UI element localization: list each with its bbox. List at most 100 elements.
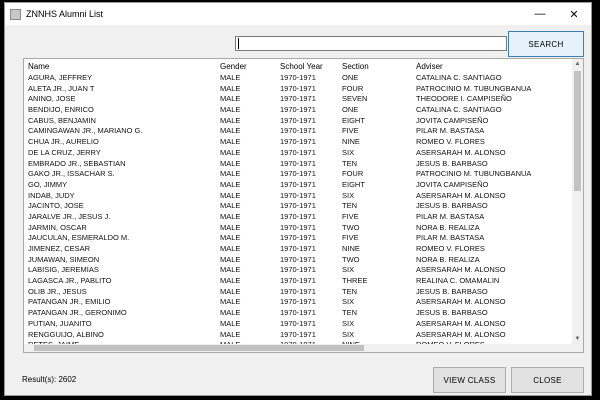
cell-school-year: 1970-1971 <box>280 105 316 115</box>
cell-school-year: 1970-1971 <box>280 158 316 168</box>
search-input[interactable] <box>235 36 507 51</box>
cell-school-year: 1970-1971 <box>280 318 316 328</box>
table-row[interactable]: PATANGAN JR., GERONIMO MALE 1970-1971 TEN JE… <box>24 308 572 319</box>
scroll-down-icon[interactable]: ▼ <box>572 334 583 344</box>
table-row[interactable]: CABUS, BENJAMIN MALE 1970-1971 EIGHT JOVITA … <box>24 116 572 127</box>
cell-school-year: 1970-1971 <box>280 286 316 296</box>
horizontal-scrollbar[interactable] <box>24 344 572 352</box>
cell-school-year: 1970-1971 <box>280 233 316 243</box>
list-header: Name Gender School Year Section Adviser <box>24 59 583 73</box>
cell-name: DE LA CRUZ, JERRY <box>28 147 101 157</box>
table-row[interactable]: GAKO JR., ISSACHAR S. MALE 1970-1971 FOUR PA… <box>24 169 572 180</box>
table-row[interactable]: RENGGUIJO, ALBINO MALE 1970-1971 SIX ASERSAR… <box>24 330 572 341</box>
table-row[interactable]: CHUA JR., AURELIO MALE 1970-1971 NINE ROMEO … <box>24 137 572 148</box>
table-row[interactable]: OLIB JR., JESUS MALE 1970-1971 TEN JESUS B. … <box>24 287 572 298</box>
cell-gender: MALE <box>220 222 241 232</box>
cell-name: BENDIJO, ENRICO <box>28 105 94 115</box>
cell-school-year: 1970-1971 <box>280 265 316 275</box>
cell-adviser: CATALINA C. SANTIAGO <box>416 105 502 115</box>
table-row[interactable]: JIMENEZ, CESAR MALE 1970-1971 NINE ROMEO V. … <box>24 244 572 255</box>
text-caret <box>238 38 239 49</box>
close-window-button[interactable]: ✕ <box>557 3 591 25</box>
cell-school-year: 1970-1971 <box>280 73 316 82</box>
cell-name: JIMENEZ, CESAR <box>28 244 91 253</box>
close-button[interactable]: CLOSE <box>511 367 584 393</box>
table-row[interactable]: EMBRADO JR., SEBASTIAN MALE 1970-1971 TEN JE… <box>24 159 572 170</box>
cell-gender: MALE <box>220 190 241 200</box>
cell-name: JACINTO, JOSE <box>28 201 84 211</box>
cell-school-year: 1970-1971 <box>280 179 316 189</box>
cell-gender: MALE <box>220 147 241 157</box>
cell-adviser: PATROCINIO M. TUBUNGBANUA <box>416 169 532 179</box>
alumni-list[interactable]: Name Gender School Year Section Adviser … <box>23 58 584 353</box>
cell-gender: MALE <box>220 115 241 125</box>
cell-gender: MALE <box>220 83 241 93</box>
table-row[interactable]: PUTIAN, JUANITO MALE 1970-1971 SIX ASERSARAH… <box>24 319 572 330</box>
cell-name: JARMIN, OSCAR <box>28 222 87 232</box>
cell-school-year: 1970-1971 <box>280 297 316 307</box>
cell-adviser: ASERSARAH M. ALONSO <box>416 329 506 339</box>
cell-adviser: JOVITA CAMPISEÑO <box>416 115 489 125</box>
column-header-school-year[interactable]: School Year <box>280 62 323 71</box>
table-row[interactable]: JAUCULAN, ESMERALDO M. MALE 1970-1971 FIVE P… <box>24 233 572 244</box>
cell-school-year: 1970-1971 <box>280 308 316 318</box>
cell-gender: MALE <box>220 179 241 189</box>
cell-section: TEN <box>342 308 357 318</box>
table-row[interactable]: BENDIJO, ENRICO MALE 1970-1971 ONE CATALINA … <box>24 105 572 116</box>
cell-section: FIVE <box>342 233 359 243</box>
scroll-up-icon[interactable]: ▲ <box>572 59 583 69</box>
title-bar[interactable]: ZNNHS Alumni List — ✕ <box>5 3 591 25</box>
cell-name: LAGASCA JR., PABLITO <box>28 276 112 286</box>
cell-adviser: JESUS B. BARBASO <box>416 158 488 168</box>
cell-section: EIGHT <box>342 179 365 189</box>
column-header-adviser[interactable]: Adviser <box>416 62 443 71</box>
cell-name: PATANGAN JR., GERONIMO <box>28 308 127 318</box>
table-row[interactable]: DE LA CRUZ, JERRY MALE 1970-1971 SIX ASERSAR… <box>24 148 572 159</box>
view-class-button[interactable]: VIEW CLASS <box>433 367 506 393</box>
cell-gender: MALE <box>220 126 241 136</box>
table-row[interactable]: JARALVE JR., JESUS J. MALE 1970-1971 FIVE PI… <box>24 212 572 223</box>
minimize-button[interactable]: — <box>523 3 557 25</box>
cell-gender: MALE <box>220 211 241 221</box>
cell-name: OLIB JR., JESUS <box>28 286 87 296</box>
cell-gender: MALE <box>220 265 241 275</box>
table-row[interactable]: ANINO, JOSE MALE 1970-1971 SEVEN THEODORE I.… <box>24 94 572 105</box>
cell-gender: MALE <box>220 329 241 339</box>
cell-section: FOUR <box>342 83 364 93</box>
cell-adviser: ASERSARAH M. ALONSO <box>416 147 506 157</box>
cell-adviser: THEODORE I. CAMPISEÑO <box>416 94 512 104</box>
table-row[interactable]: GO, JIMMY MALE 1970-1971 EIGHT JOVITA CAMPIS… <box>24 180 572 191</box>
table-row[interactable]: CAMINGAWAN JR., MARIANO G. MALE 1970-1971 F… <box>24 126 572 137</box>
result-count: Result(s): 2602 <box>22 375 77 384</box>
table-row[interactable]: INDAB, JUDY MALE 1970-1971 SIX ASERSARAH M. … <box>24 191 572 202</box>
cell-school-year: 1970-1971 <box>280 329 316 339</box>
cell-name: GAKO JR., ISSACHAR S. <box>28 169 115 179</box>
table-row[interactable]: AGURA, JEFFREY MALE 1970-1971 ONE CATALINA C… <box>24 73 572 84</box>
cell-gender: MALE <box>220 286 241 296</box>
column-header-name[interactable]: Name <box>28 62 49 71</box>
cell-section: TEN <box>342 286 357 296</box>
cell-school-year: 1970-1971 <box>280 94 316 104</box>
table-row[interactable]: ALETA JR., JUAN T MALE 1970-1971 FOUR PATROC… <box>24 84 572 95</box>
horizontal-scroll-thumb[interactable] <box>34 345 364 351</box>
cell-name: PATANGAN JR., EMILIO <box>28 297 111 307</box>
vertical-scrollbar[interactable]: ▲ ▼ <box>572 59 583 352</box>
cell-adviser: PILAR M. BASTASA <box>416 211 485 221</box>
column-header-section[interactable]: Section <box>342 62 369 71</box>
column-header-gender[interactable]: Gender <box>220 62 247 71</box>
cell-section: EIGHT <box>342 115 365 125</box>
table-row[interactable]: LABISIG, JEREMIAS MALE 1970-1971 SIX ASERSAR… <box>24 265 572 276</box>
cell-gender: MALE <box>220 308 241 318</box>
search-button[interactable]: SEARCH <box>508 31 584 57</box>
table-row[interactable]: JACINTO, JOSE MALE 1970-1971 TEN JESUS B. BA… <box>24 201 572 212</box>
cell-adviser: ASERSARAH M. ALONSO <box>416 297 506 307</box>
cell-section: SIX <box>342 329 355 339</box>
cell-school-year: 1970-1971 <box>280 83 316 93</box>
table-row[interactable]: JUMAWAN, SIMEON MALE 1970-1971 TWO NORA B. R… <box>24 255 572 266</box>
table-row[interactable]: LAGASCA JR., PABLITO MALE 1970-1971 THREE RE… <box>24 276 572 287</box>
cell-school-year: 1970-1971 <box>280 276 316 286</box>
vertical-scroll-thumb[interactable] <box>574 71 581 191</box>
table-row[interactable]: PATANGAN JR., EMILIO MALE 1970-1971 SIX ASER… <box>24 297 572 308</box>
table-row[interactable]: JARMIN, OSCAR MALE 1970-1971 TWO NORA B. REA… <box>24 223 572 234</box>
cell-school-year: 1970-1971 <box>280 254 316 264</box>
